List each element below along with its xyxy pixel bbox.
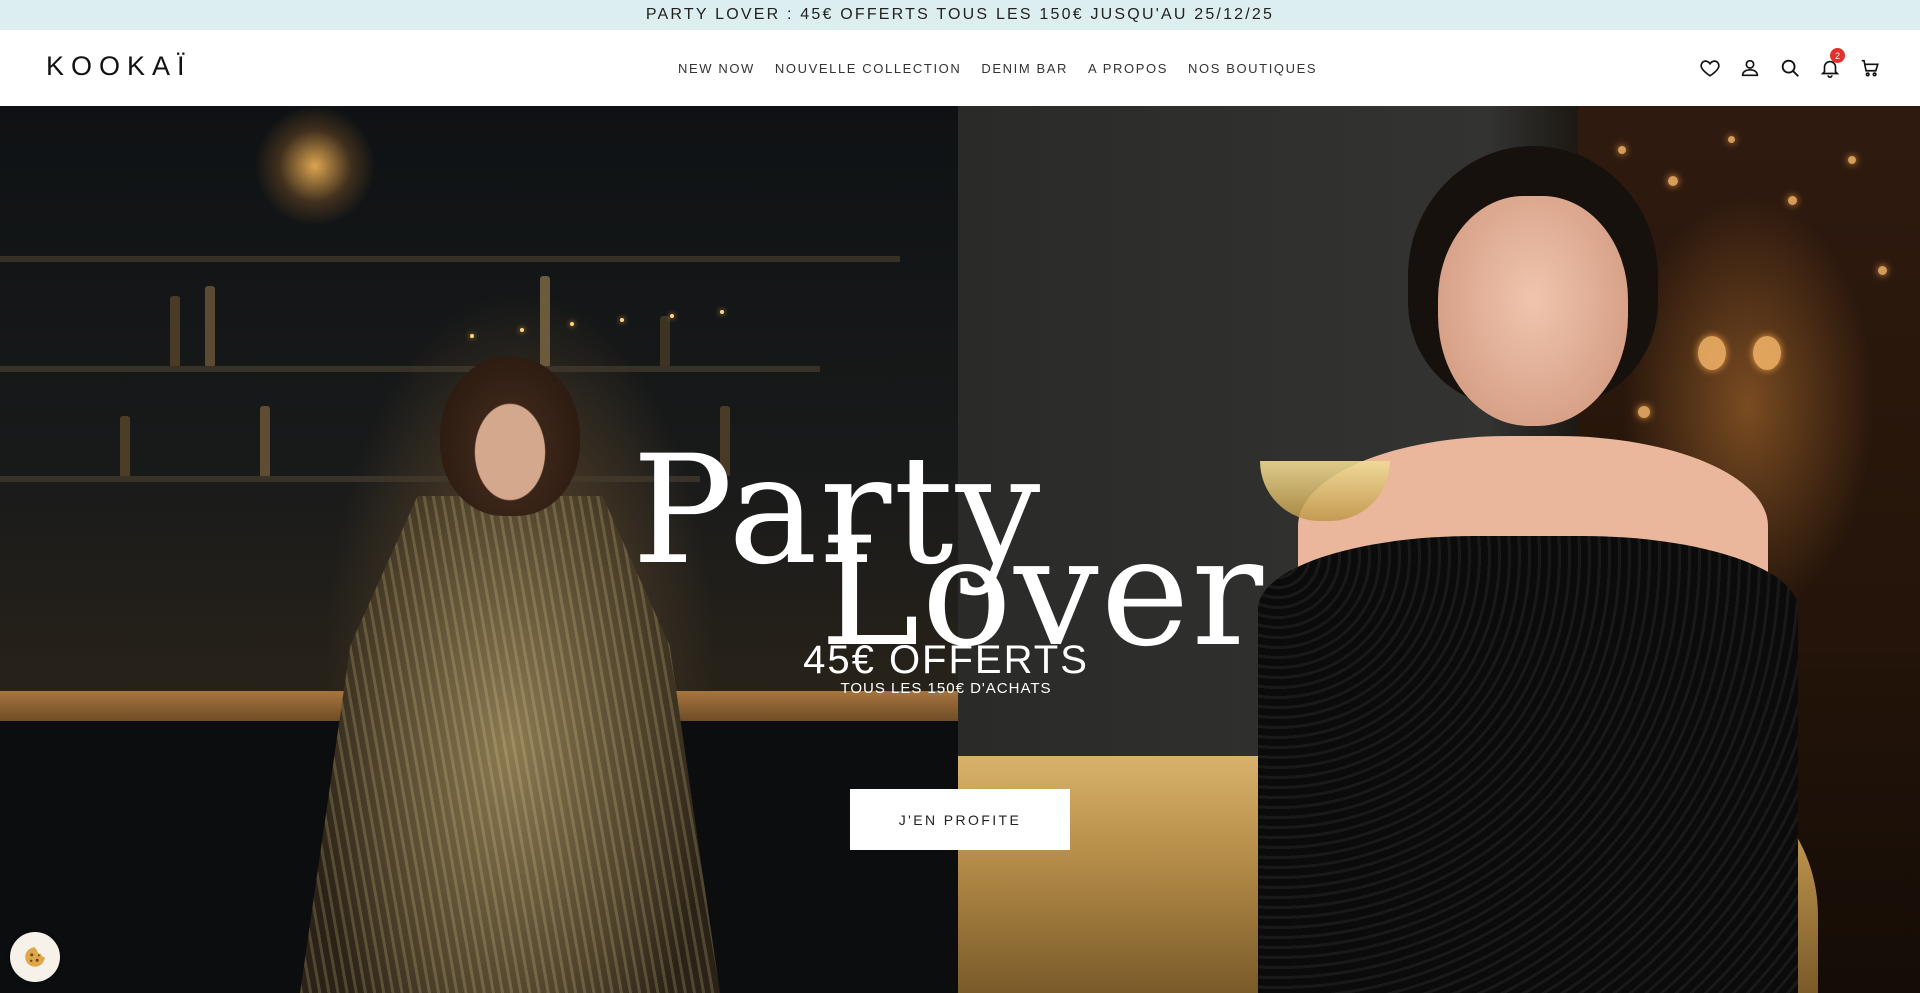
nav-item-new-now[interactable]: NEW NOW — [678, 61, 755, 76]
cookie-icon[interactable] — [10, 932, 60, 982]
search-icon[interactable] — [1778, 56, 1802, 80]
heart-icon[interactable] — [1698, 56, 1722, 80]
hero-banner[interactable]: Party Lover 45€ OFFERTS TOUS LES 150€ D'… — [0, 106, 1920, 993]
promo-banner[interactable]: PARTY LOVER : 45€ OFFERTS TOUS LES 150€ … — [0, 0, 1920, 30]
cart-icon[interactable] — [1858, 56, 1882, 80]
promo-text: PARTY LOVER : 45€ OFFERTS TOUS LES 150€ … — [645, 6, 1275, 23]
brand-logo[interactable]: KOOKAÏ — [46, 51, 192, 82]
hero-content: Party Lover 45€ OFFERTS TOUS LES 150€ D'… — [0, 106, 1920, 993]
notification-badge: 2 — [1830, 48, 1845, 63]
header-actions: 2 — [1698, 30, 1882, 106]
cta-button[interactable]: J'EN PROFITE — [850, 789, 1070, 850]
nav-item-denim-bar[interactable]: DENIM BAR — [981, 61, 1068, 76]
hero-offer-sub: TOUS LES 150€ D'ACHATS — [840, 680, 1052, 697]
nav-item-nos-boutiques[interactable]: NOS BOUTIQUES — [1188, 61, 1317, 76]
nav-item-a-propos[interactable]: A PROPOS — [1088, 61, 1168, 76]
nav-item-nouvelle-collection[interactable]: NOUVELLE COLLECTION — [775, 61, 961, 76]
bell-icon[interactable]: 2 — [1818, 48, 1845, 80]
main-nav: NEW NOW NOUVELLE COLLECTION DENIM BAR A … — [678, 30, 1317, 106]
hero-offer: 45€ OFFERTS — [803, 638, 1089, 682]
site-header: KOOKAÏ NEW NOW NOUVELLE COLLECTION DENIM… — [0, 30, 1920, 106]
user-icon[interactable] — [1738, 56, 1762, 80]
